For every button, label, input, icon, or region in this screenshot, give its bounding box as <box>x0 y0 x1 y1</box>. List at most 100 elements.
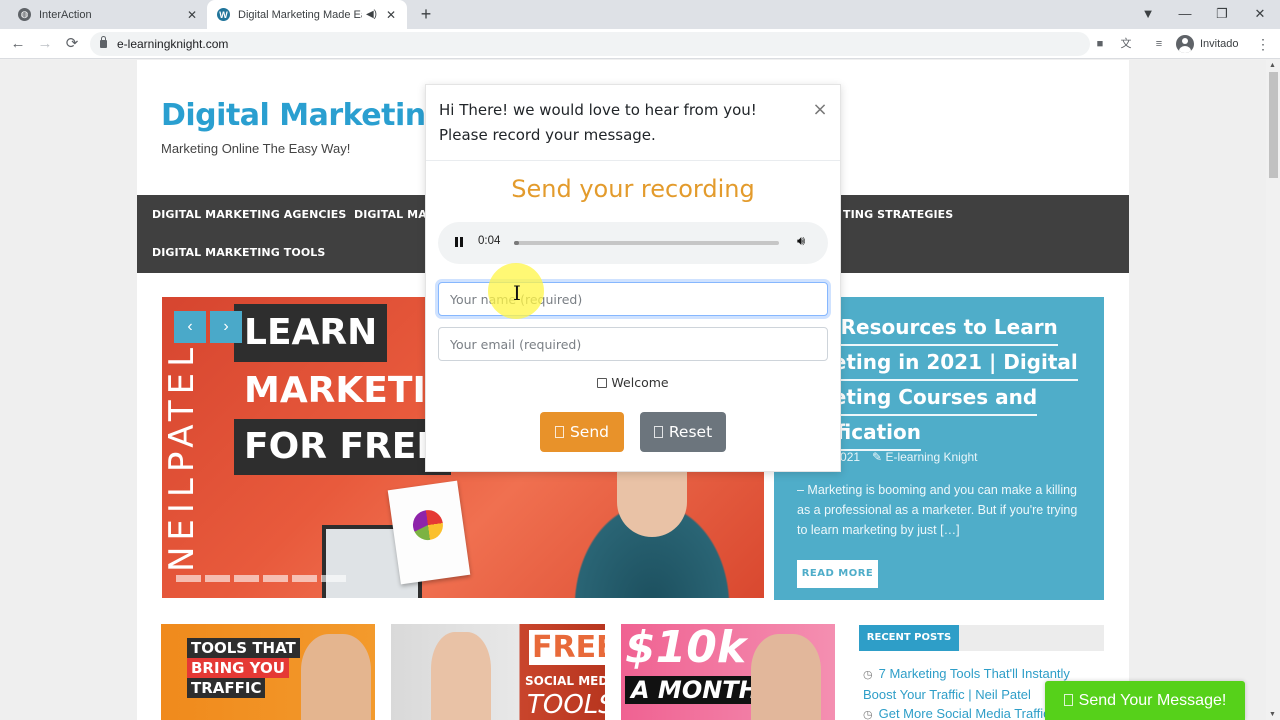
wordpress-icon: W <box>217 8 230 21</box>
send-your-message-label: Send Your Message! <box>1078 692 1227 709</box>
welcome-checkbox-label: Welcome <box>611 375 669 390</box>
tab-search-icon[interactable]: ▼ <box>1138 4 1158 24</box>
restore-icon[interactable]: ❐ <box>1212 4 1232 24</box>
thumb-text: TRAFFIC <box>187 678 266 698</box>
thumb-text: A MONTH <box>625 676 765 704</box>
slider-dot[interactable] <box>321 575 346 582</box>
slider-dot[interactable] <box>234 575 259 582</box>
slider-prev-button[interactable]: ‹ <box>174 311 206 343</box>
url-text: e-learningknight.com <box>117 37 229 51</box>
title-line[interactable]: keting in 2021 | Digital <box>820 346 1078 381</box>
tab-interaction[interactable]: ◍ InterAction ✕ <box>8 0 208 29</box>
close-icon[interactable]: ✕ <box>186 8 198 22</box>
post-thumbnail[interactable]: FREE SOCIAL MEDIA TOOLS <box>391 624 605 720</box>
globe-icon: ◍ <box>18 8 31 21</box>
scroll-up-icon[interactable]: ▲ <box>1269 62 1276 69</box>
welcome-checkbox-row[interactable]: Welcome <box>426 375 840 390</box>
text-cursor-icon: I <box>513 281 521 305</box>
thumb-text: FREE <box>529 630 605 665</box>
nav-item-digital-marketing[interactable]: DIGITAL MAR <box>354 208 435 221</box>
thumb-person-image <box>431 632 491 720</box>
nav-item-strategies[interactable]: TING STRATEGIES <box>843 208 953 221</box>
audio-seek-bar[interactable] <box>514 241 779 245</box>
title-line[interactable]: E Resources to Learn <box>820 311 1058 346</box>
new-tab-button[interactable]: + <box>416 4 436 24</box>
send-button[interactable]: Send <box>540 412 624 452</box>
post-thumbnail[interactable]: $10k A MONTH <box>621 624 835 720</box>
slider-line: LEARN <box>234 304 388 362</box>
speaker-icon[interactable]: ◀) <box>366 9 377 20</box>
reset-label: Reset <box>668 423 713 441</box>
modal-message-line: Please record your message. <box>439 126 656 144</box>
page-scrollbar[interactable]: ▲ ▼ <box>1266 60 1280 720</box>
send-your-message-button[interactable]: Send Your Message! <box>1045 681 1245 720</box>
pencil-icon: ✎ <box>872 450 883 464</box>
slider-next-button[interactable]: › <box>210 311 242 343</box>
browser-tab-strip: ◍ InterAction ✕ W Digital Marketing Made… <box>0 0 1280 29</box>
scrollbar-thumb[interactable] <box>1269 72 1278 178</box>
modal-header: Hi There! we would love to hear from you… <box>426 85 840 161</box>
thumb-text: TOOLS <box>527 690 605 720</box>
address-bar[interactable]: e-learningknight.com <box>90 32 1090 56</box>
reset-icon <box>653 426 663 438</box>
site-tagline: Marketing Online The Easy Way! <box>161 141 351 156</box>
tab-title: InterAction <box>39 8 92 21</box>
slider-line: FOR FREE <box>234 419 451 475</box>
send-label: Send <box>569 423 610 441</box>
author-name: E-learning Knight <box>885 450 978 464</box>
recent-post-title[interactable]: Get More Social Media Traffic <box>879 706 1050 720</box>
read-more-button[interactable]: READ MORE <box>797 560 878 588</box>
reload-icon[interactable]: ⟳ <box>62 34 82 54</box>
pie-chart-illustration <box>411 508 445 543</box>
report-illustration <box>387 480 471 585</box>
forward-icon[interactable]: → <box>35 34 55 54</box>
camera-icon[interactable]: ■ <box>1092 36 1108 52</box>
recent-posts-header: RECENT POSTS <box>859 625 1104 651</box>
thumb-person-image <box>751 634 821 720</box>
slider-dot[interactable] <box>292 575 317 582</box>
tab-title: Digital Marketing Made Easy <box>238 8 362 21</box>
audio-player: 0:04 🔊︎ <box>438 222 828 264</box>
volume-icon[interactable]: 🔊︎ <box>797 234 805 249</box>
modal-message: Hi There! we would love to hear from you… <box>439 98 757 148</box>
browser-toolbar: ← → ⟳ e-learningknight.com ■ 文 ≡ Invitad… <box>0 29 1280 59</box>
nav-item-agencies[interactable]: DIGITAL MARKETING AGENCIES <box>152 208 346 221</box>
welcome-checkbox[interactable] <box>597 378 608 388</box>
thumb-text: $10k <box>625 624 747 673</box>
thumb-text: SOCIAL MEDIA <box>525 674 605 688</box>
post-meta: 3, 2021 ✎ E-learning Knight <box>820 450 978 464</box>
clock-icon: ◷ <box>863 669 873 681</box>
email-input[interactable] <box>438 327 828 361</box>
recent-post-title[interactable]: 7 Marketing Tools That'll Instantly Boos… <box>863 666 1070 702</box>
profile-button[interactable]: Invitado <box>1176 34 1239 54</box>
pause-icon[interactable] <box>455 237 465 249</box>
translate-icon[interactable]: 文 <box>1118 36 1134 52</box>
thumb-text: TOOLS THAT <box>187 638 300 658</box>
slider-pagination <box>176 575 346 582</box>
post-excerpt: – Marketing is booming and you can make … <box>797 483 1078 537</box>
audio-progress <box>514 241 520 245</box>
scroll-down-icon[interactable]: ▼ <box>1269 711 1276 718</box>
post-thumbnail[interactable]: TOOLS THAT BRING YOU TRAFFIC <box>161 624 375 720</box>
back-icon[interactable]: ← <box>8 34 28 54</box>
tab-digital-marketing[interactable]: W Digital Marketing Made Easy ◀) ✕ <box>207 0 407 29</box>
post-author[interactable]: ✎ E-learning Knight <box>872 450 977 464</box>
media-control-icon[interactable]: ≡ <box>1151 36 1167 52</box>
minimize-icon[interactable]: — <box>1175 4 1195 24</box>
reset-button[interactable]: Reset <box>640 412 726 452</box>
modal-heading: Send your recording <box>511 175 755 203</box>
menu-icon[interactable]: ⋮ <box>1256 34 1270 54</box>
avatar-icon <box>1176 35 1194 53</box>
slider-dot[interactable] <box>176 575 201 582</box>
slider-dot[interactable] <box>205 575 230 582</box>
close-icon[interactable]: ✕ <box>385 8 397 22</box>
profile-label: Invitado <box>1200 38 1239 50</box>
modal-message-line: Hi There! we would love to hear from you… <box>439 101 757 119</box>
title-line[interactable]: keting Courses and <box>820 381 1038 416</box>
slider-dot[interactable] <box>263 575 288 582</box>
recent-posts-title: RECENT POSTS <box>859 625 959 651</box>
send-icon <box>554 426 564 438</box>
modal-close-button[interactable]: × <box>812 99 828 120</box>
window-close-icon[interactable]: ✕ <box>1250 4 1270 24</box>
nav-item-tools[interactable]: DIGITAL MARKETING TOOLS <box>152 246 325 259</box>
